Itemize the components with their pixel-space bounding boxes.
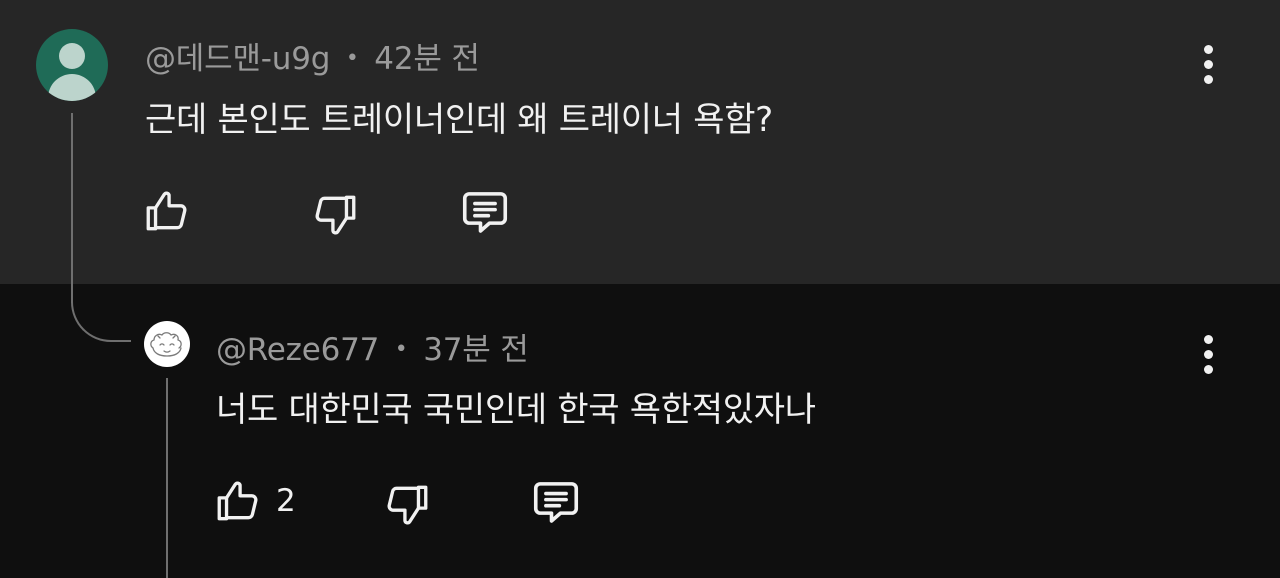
default-person-icon-body [48,74,96,101]
dislike-button[interactable] [310,190,360,240]
more-vertical-icon[interactable] [1202,45,1214,85]
comment-header: @데드맨-u9g • 42분 전 [145,33,480,78]
reply-button[interactable] [458,186,512,240]
more-vertical-icon[interactable] [1202,335,1214,375]
thumbs-up-icon [217,481,258,521]
comment-header: @Reze677 • 37분 전 [216,324,529,369]
comment-reply-icon [533,482,579,523]
avatar[interactable] [36,29,108,101]
author-name[interactable]: @Reze677 [216,332,379,368]
thumbs-down-icon [315,195,356,235]
sketch-face-avatar [150,332,182,357]
separator-dot: • [394,337,408,362]
like-count: 2 [276,483,296,519]
comment-text: 근데 본인도 트레이너인데 왜 트레이너 욕함? [145,100,773,140]
reply-button[interactable] [529,476,583,530]
timestamp[interactable]: 42분 전 [374,41,480,77]
comment-reply-icon [462,192,508,233]
comment-text: 너도 대한민국 국민인데 한국 욕한적있자나 [216,390,816,430]
separator-dot: • [345,46,359,71]
like-button[interactable] [142,186,192,236]
dislike-button[interactable] [382,480,432,530]
reply-comment-background [0,284,1280,578]
default-person-icon [59,43,85,69]
thumbs-down-icon [387,485,428,525]
thumbs-up-icon [146,191,187,231]
avatar[interactable] [144,321,190,367]
like-button[interactable] [213,476,263,526]
author-name[interactable]: @데드맨-u9g [145,41,330,77]
reply-thread-line [166,378,168,578]
timestamp[interactable]: 37분 전 [423,332,529,368]
comment-thread: @데드맨-u9g • 42분 전 근데 본인도 트레이너인데 왜 트레이너 욕함… [0,0,1280,578]
